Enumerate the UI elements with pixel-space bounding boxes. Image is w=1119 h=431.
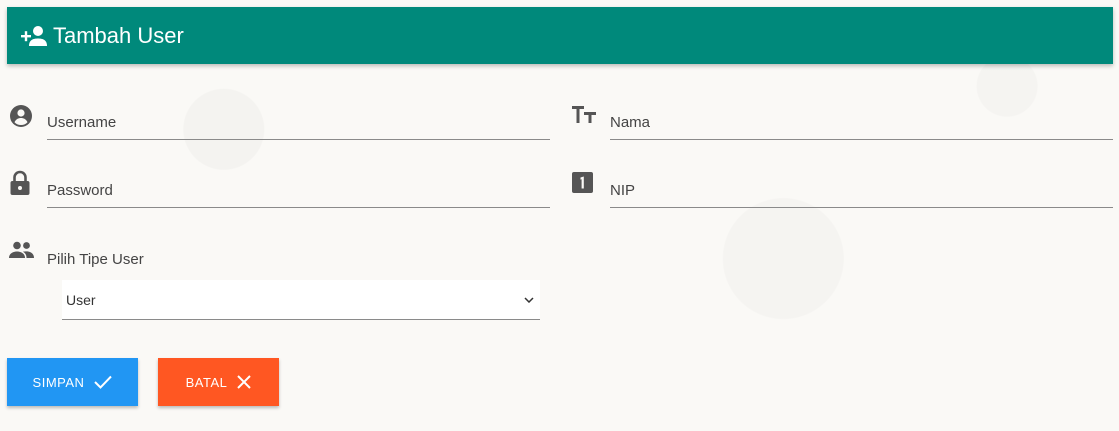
person-add-icon	[21, 25, 47, 46]
account-circle-icon	[10, 105, 32, 127]
password-input[interactable]	[47, 182, 550, 208]
save-button-label: SIMPAN	[32, 374, 85, 390]
check-icon	[94, 375, 113, 389]
cancel-button[interactable]: BATAL	[158, 358, 279, 406]
tipe-user-label: Pilih Tipe User	[47, 251, 144, 268]
people-icon	[9, 241, 34, 258]
tipe-user-selected-value: User	[66, 291, 96, 308]
nama-input[interactable]	[610, 114, 1113, 140]
nip-input[interactable]	[610, 182, 1113, 208]
page-title: Tambah User	[53, 22, 184, 48]
looks-one-icon	[572, 172, 593, 193]
close-icon	[237, 375, 252, 389]
username-input[interactable]	[47, 114, 550, 140]
lock-icon	[10, 170, 30, 195]
save-button[interactable]: SIMPAN	[7, 358, 138, 406]
cancel-button-label: BATAL	[185, 374, 228, 390]
tipe-user-select[interactable]: User	[62, 280, 540, 320]
page-header: Tambah User	[7, 7, 1113, 64]
text-fields-icon	[572, 106, 596, 123]
chevron-down-icon	[524, 296, 534, 303]
